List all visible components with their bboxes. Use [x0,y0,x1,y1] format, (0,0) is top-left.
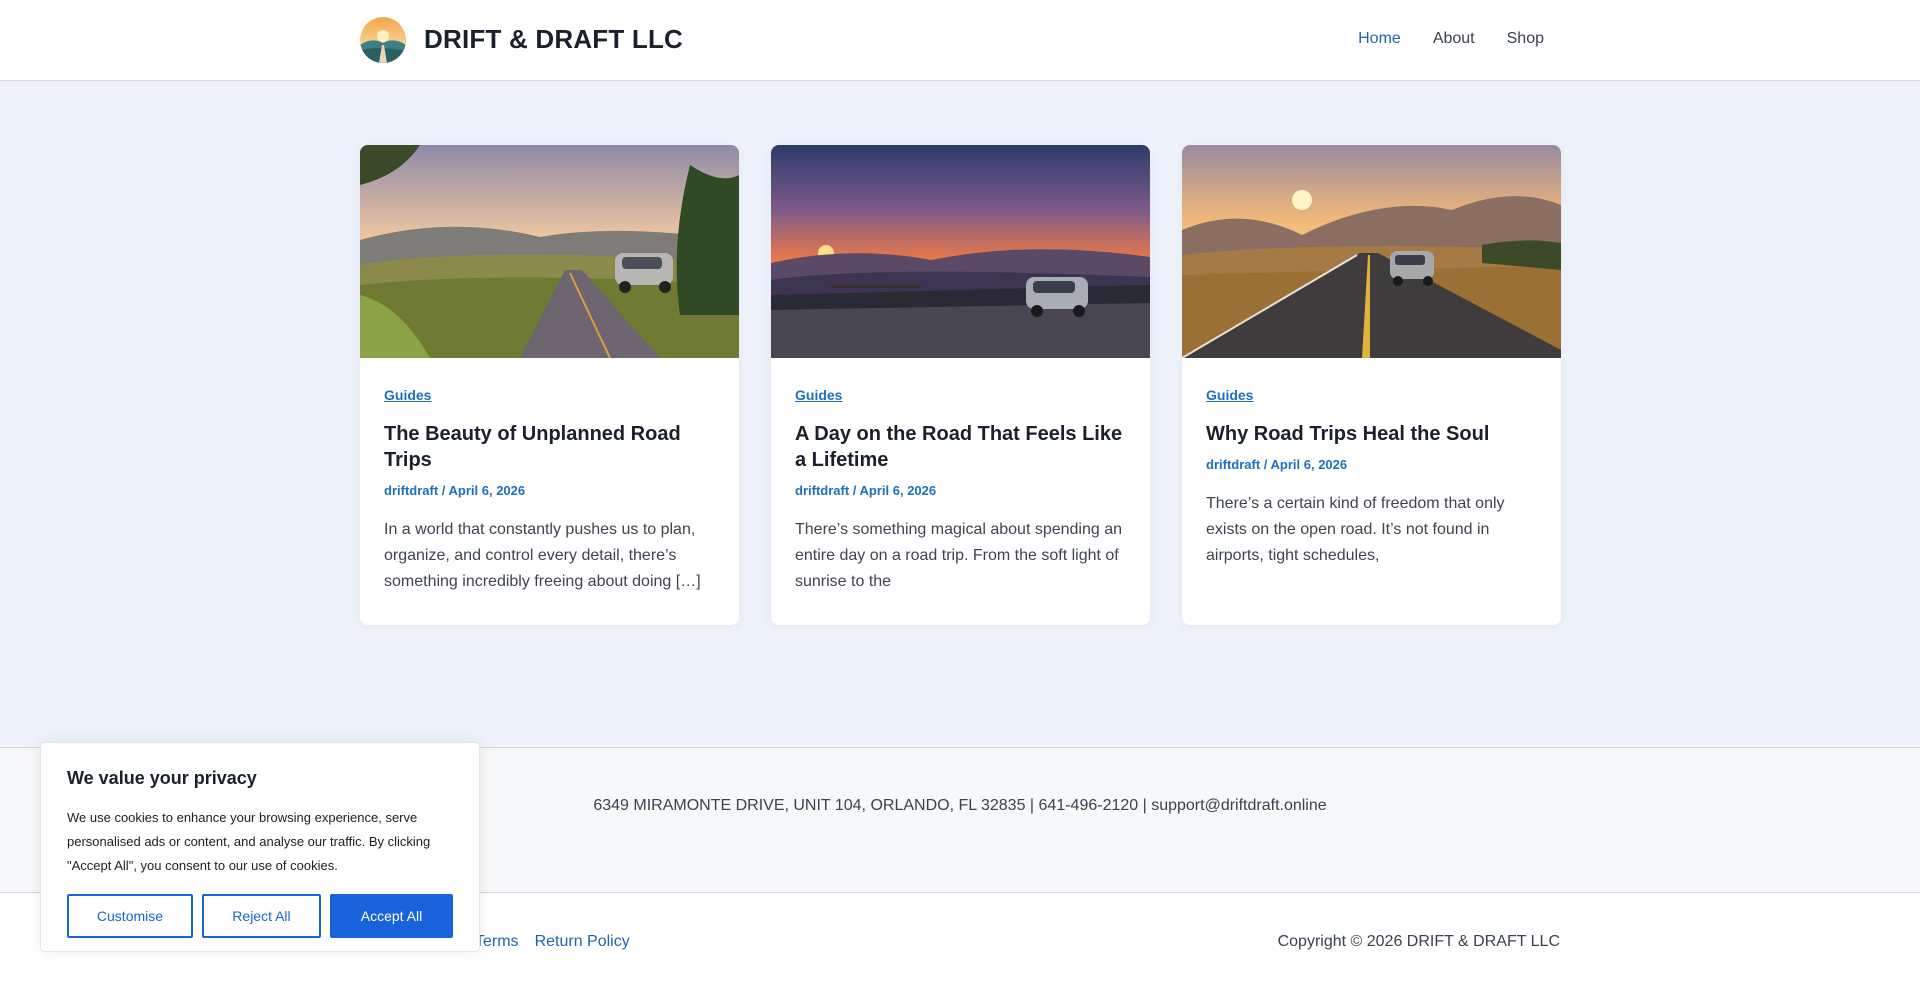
post-excerpt: There’s a certain kind of freedom that o… [1206,495,1505,564]
post-title[interactable]: The Beauty of Unplanned Road Trips [384,421,715,473]
post-card: Guides Why Road Trips Heal the Soul drif… [1182,145,1561,625]
cookie-title: We value your privacy [67,768,257,788]
post-grid: Guides The Beauty of Unplanned Road Trip… [360,145,1561,625]
site-header: DRIFT & DRAFT LLC Home About Shop [0,0,1920,81]
post-title[interactable]: A Day on the Road That Feels Like a Life… [795,421,1126,473]
nav-about[interactable]: About [1433,30,1475,48]
footer-link-return-policy[interactable]: Return Policy [535,933,630,951]
post-body: Guides The Beauty of Unplanned Road Trip… [360,358,739,595]
nav-home[interactable]: Home [1358,30,1401,48]
post-meta[interactable]: driftdraft / April 6, 2026 [795,483,1126,498]
footer-link-terms[interactable]: Terms [475,933,519,951]
post-meta[interactable]: driftdraft / April 6, 2026 [1206,457,1537,472]
post-body: Guides A Day on the Road That Feels Like… [771,358,1150,595]
cookie-consent-banner: We value your privacy We use cookies to … [40,742,480,952]
post-category[interactable]: Guides [1206,387,1537,403]
post-category[interactable]: Guides [384,387,715,403]
post-image-country-road[interactable] [360,145,739,358]
copyright-text: Copyright © 2026 DRIFT & DRAFT LLC [1277,933,1560,950]
accept-all-button[interactable]: Accept All [330,894,453,938]
site-logo[interactable] [360,17,406,63]
cookie-buttons: Customise Reject All Accept All [67,894,453,938]
post-excerpt: There’s something magical about spending… [795,521,1123,590]
reject-all-button[interactable]: Reject All [201,894,321,938]
post-card: Guides A Day on the Road That Feels Like… [771,145,1150,625]
post-body: Guides Why Road Trips Heal the Soul drif… [1182,358,1561,569]
post-card: Guides The Beauty of Unplanned Road Trip… [360,145,739,625]
footer-links: Terms Return Policy [475,933,630,951]
main-nav: Home About Shop [1358,30,1544,48]
site-title[interactable]: DRIFT & DRAFT LLC [424,24,683,55]
post-image-open-highway[interactable] [1182,145,1561,358]
logo-image [360,17,406,63]
post-meta[interactable]: driftdraft / April 6, 2026 [384,483,715,498]
post-excerpt: In a world that constantly pushes us to … [384,521,701,590]
post-category[interactable]: Guides [795,387,1126,403]
post-image-mountain-overlook[interactable] [771,145,1150,358]
post-title[interactable]: Why Road Trips Heal the Soul [1206,421,1537,447]
customise-button[interactable]: Customise [67,894,193,938]
cookie-text: We use cookies to enhance your browsing … [67,810,431,873]
nav-shop[interactable]: Shop [1507,30,1544,48]
